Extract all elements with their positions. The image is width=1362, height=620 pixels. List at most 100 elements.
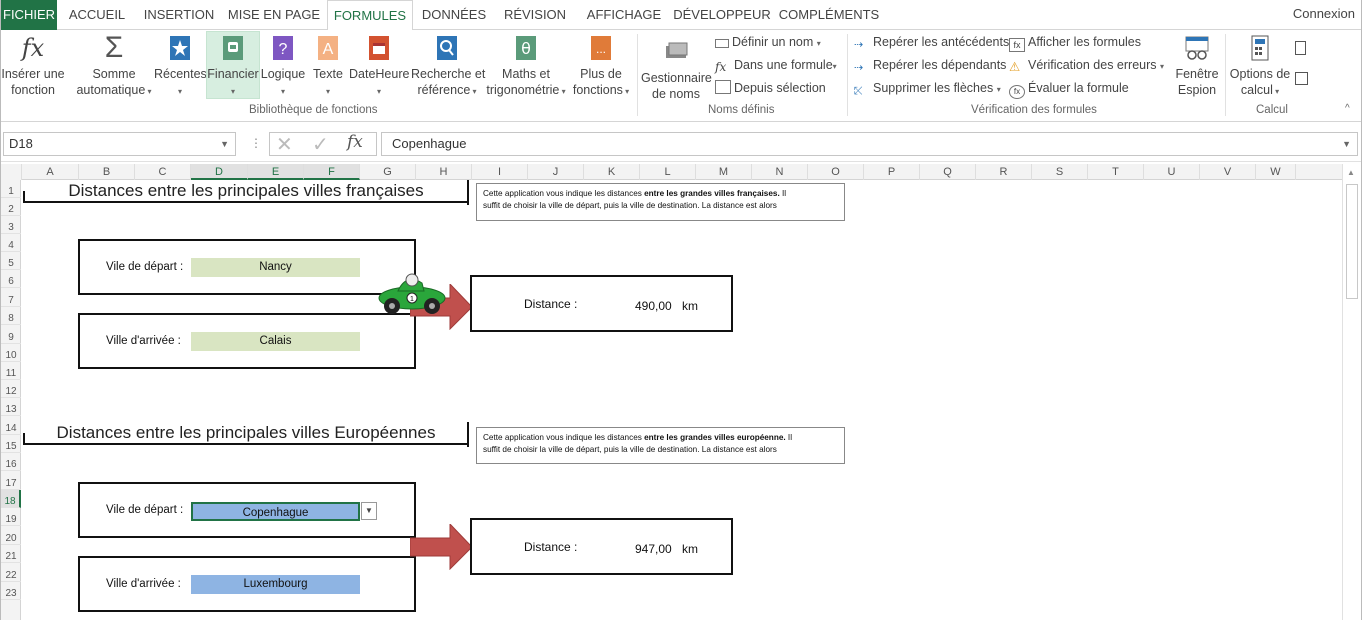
column-header-o[interactable]: O [808,164,864,180]
column-header-h[interactable]: H [416,164,472,180]
row-header-22[interactable]: 22 [1,563,21,582]
tab-revision[interactable]: RÉVISION [499,0,571,30]
define-name-button[interactable]: Définir un nom ▾ [715,33,821,53]
trace-dependents-button[interactable]: ⇢ Repérer les dépendants [854,56,1006,74]
column-header-q[interactable]: Q [920,164,976,180]
row-header-1[interactable]: 1 [1,180,21,198]
insert-function-fx-icon[interactable]: fx [347,132,363,152]
lookup-functions-button[interactable]: Recherche et référence ▾ [411,34,485,100]
row-header-20[interactable]: 20 [1,526,21,545]
row-header-3[interactable]: 3 [1,216,21,234]
column-header-k[interactable]: K [584,164,640,180]
watch-window-button[interactable]: Fenêtre Espion [1173,34,1221,98]
select-all-corner[interactable] [1,164,22,180]
vertical-scrollbar[interactable]: ▲ [1342,164,1361,620]
text-functions-button[interactable]: A Texte ▾ [308,34,348,100]
datetime-functions-button[interactable]: DateHeure ▾ [349,34,409,100]
row-header-11[interactable]: 11 [1,362,21,380]
column-header-p[interactable]: P [864,164,920,180]
column-header-e[interactable]: E [248,164,304,180]
worksheet[interactable]: Distances entre les principales villes f… [22,180,1342,620]
section2-arrival-value[interactable]: Luxembourg [191,575,360,594]
name-manager-button[interactable]: Gestionnaire de noms [641,38,712,102]
column-header-l[interactable]: L [640,164,696,180]
scroll-up-icon[interactable]: ▲ [1347,168,1355,177]
financial-functions-button[interactable]: Financier ▾ [206,31,260,99]
column-header-b[interactable]: B [79,164,135,180]
tab-accueil[interactable]: ACCUEIL [61,0,133,30]
row-header-21[interactable]: 21 [1,545,21,563]
math-functions-button[interactable]: θ Maths et trigonométrie ▾ [485,34,567,100]
row-header-5[interactable]: 5 [1,252,21,270]
column-header-v[interactable]: V [1200,164,1256,180]
enter-check-icon[interactable]: ✓ [312,132,329,157]
column-header-n[interactable]: N [752,164,808,180]
tab-fichier[interactable]: FICHIER [1,0,57,30]
tab-insertion[interactable]: INSERTION [139,0,219,30]
row-header-8[interactable]: 8 [1,307,21,325]
tab-developpeur[interactable]: DÉVELOPPEUR [673,0,771,30]
section1-arrival-value[interactable]: Calais [191,332,360,351]
row-header-4[interactable]: 4 [1,234,21,252]
row-header-15[interactable]: 15 [1,435,21,453]
column-header-r[interactable]: R [976,164,1032,180]
column-header-m[interactable]: M [696,164,752,180]
section2-depart-value[interactable]: Copenhague [191,502,360,521]
logical-functions-button[interactable]: ? Logique ▾ [260,34,306,100]
column-header-u[interactable]: U [1144,164,1200,180]
insert-function-button[interactable]: fx Insérer une fonction [1,34,65,98]
error-checking-button[interactable]: ⚠ Vérification des erreurs ▾ [1009,56,1164,76]
row-header-6[interactable]: 6 [1,270,21,288]
tab-donnees[interactable]: DONNÉES [417,0,491,30]
calculate-now-button[interactable] [1295,40,1309,58]
more-functions-button[interactable]: ... Plus de fonctions ▾ [571,34,631,100]
calculate-sheet-button[interactable] [1295,70,1311,88]
column-header-w[interactable]: W [1256,164,1296,180]
remove-arrows-button[interactable]: ⤪ Supprimer les flèches ▾ [854,79,1001,99]
row-header-14[interactable]: 14 [1,416,21,435]
tab-affichage[interactable]: AFFICHAGE [579,0,669,30]
column-header-d[interactable]: D [191,164,248,180]
formula-input[interactable]: Copenhague ▼ [381,132,1358,156]
calculation-options-button[interactable]: Options de calcul ▾ [1229,34,1291,100]
row-header-7[interactable]: 7 [1,288,21,307]
autosum-button[interactable]: Σ Somme automatique ▾ [73,33,155,100]
column-header-g[interactable]: G [360,164,416,180]
column-header-t[interactable]: T [1088,164,1144,180]
tab-mise-en-page[interactable]: MISE EN PAGE [225,0,323,30]
use-in-formula-button[interactable]: fx Dans une formule▾ [715,56,837,76]
sign-in-link[interactable]: Connexion [1293,0,1355,28]
show-formulas-button[interactable]: fx Afficher les formules [1009,33,1141,52]
row-header-19[interactable]: 19 [1,508,21,526]
column-header-a[interactable]: A [22,164,79,180]
row-header-9[interactable]: 9 [1,325,21,344]
evaluate-formula-button[interactable]: fx Évaluer la formule [1009,79,1129,99]
row-header-23[interactable]: 23 [1,582,21,600]
trace-precedents-button[interactable]: ⇢ Repérer les antécédents [854,33,1009,51]
column-header-c[interactable]: C [135,164,191,180]
tab-complements[interactable]: COMPLÉMENTS [777,0,881,30]
collapse-ribbon-icon[interactable]: ^ [1345,100,1350,118]
row-header-17[interactable]: 17 [1,471,21,490]
row-header-12[interactable]: 12 [1,380,21,398]
row-header-16[interactable]: 16 [1,453,21,471]
row-header-2[interactable]: 2 [1,198,21,216]
column-header-s[interactable]: S [1032,164,1088,180]
cancel-icon[interactable]: ✕ [276,132,293,157]
calculator-icon [1246,34,1274,62]
expand-formula-icon[interactable]: ▼ [1342,133,1351,155]
row-header-13[interactable]: 13 [1,398,21,416]
scroll-thumb[interactable] [1346,184,1358,299]
row-header-18[interactable]: 18 [1,490,21,508]
chevron-down-icon[interactable]: ▼ [220,133,229,155]
column-header-f[interactable]: F [304,164,360,180]
row-header-10[interactable]: 10 [1,344,21,362]
column-header-j[interactable]: J [528,164,584,180]
column-header-i[interactable]: I [472,164,528,180]
dropdown-arrow-icon[interactable]: ▼ [361,502,377,520]
create-from-selection-button[interactable]: Depuis sélection [715,79,826,97]
tab-formules[interactable]: FORMULES [327,0,413,31]
recent-functions-button[interactable]: Récentes ▾ [154,34,207,100]
name-box[interactable]: D18 ▼ [3,132,236,156]
section1-depart-value[interactable]: Nancy [191,258,360,277]
